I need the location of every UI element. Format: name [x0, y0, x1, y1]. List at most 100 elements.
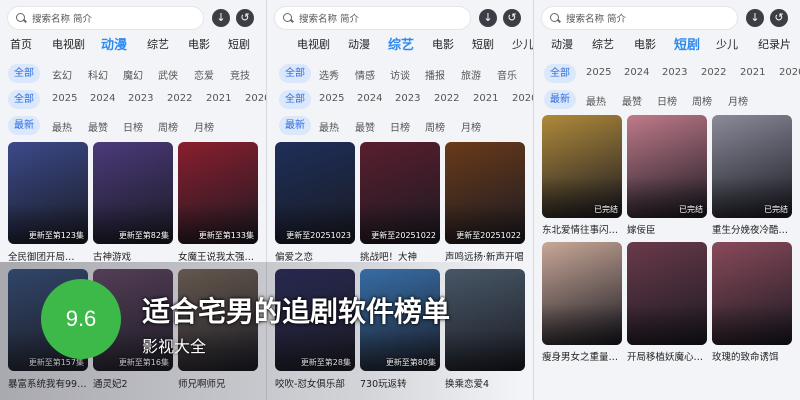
chip-sort[interactable]: 最热 [586, 93, 606, 108]
chip-year[interactable]: 2020 [245, 93, 266, 104]
chip-year[interactable]: 2021 [206, 93, 231, 104]
tab-variety[interactable]: 综艺 [388, 34, 414, 53]
chip-genre[interactable]: 旅游 [461, 67, 481, 82]
chip-year[interactable]: 2022 [434, 93, 459, 104]
poster-title[interactable]: 玫瑰的致命诱饵 [712, 349, 790, 363]
tab-home[interactable]: 首页 [10, 36, 32, 52]
poster-card[interactable] [627, 242, 707, 345]
poster-card[interactable]: 更新至第123集 [8, 142, 88, 244]
chip-sort[interactable]: 最热 [319, 119, 339, 134]
poster-title[interactable]: 偏爱之恋 [275, 249, 353, 263]
chip-sort[interactable]: 最赞 [355, 119, 375, 134]
chip-sort-latest[interactable]: 最新 [279, 116, 311, 135]
chip-sort-latest[interactable]: 最新 [544, 90, 576, 109]
history-icon[interactable]: ↺ [770, 9, 788, 27]
tab-movie[interactable]: 电影 [432, 36, 454, 52]
chip-year[interactable]: 2024 [624, 67, 649, 78]
search-bar[interactable]: 搜索名称 简介 [542, 7, 737, 29]
chip-genre[interactable]: 选秀 [319, 67, 339, 82]
chip-genre-all[interactable]: 全部 [8, 64, 40, 83]
chip-year[interactable]: 2020 [779, 67, 800, 78]
poster-card[interactable]: 已完结 [712, 115, 792, 218]
poster-title[interactable]: 声鸣远扬·新声开唱 [445, 249, 523, 263]
poster-card[interactable]: 更新至20251022 [360, 142, 440, 244]
tab-variety[interactable]: 综艺 [147, 36, 169, 52]
tab-movie[interactable]: 电影 [634, 36, 656, 52]
chip-year[interactable]: 2025 [319, 93, 344, 104]
chip-year[interactable]: 2023 [662, 67, 687, 78]
chip-genre-all[interactable]: 全部 [279, 64, 311, 83]
tab-anime[interactable]: 动漫 [348, 36, 370, 52]
search-bar[interactable]: 搜索名称 简介 [8, 7, 203, 29]
poster-card[interactable]: 已完结 [627, 115, 707, 218]
chip-genre[interactable]: 魔幻 [123, 67, 143, 82]
download-icon[interactable]: ↓ [479, 9, 497, 27]
poster-card[interactable]: 更新至第82集 [93, 142, 173, 244]
chip-sort[interactable]: 最赞 [88, 119, 108, 134]
chip-year[interactable]: 2025 [52, 93, 77, 104]
poster-title[interactable]: 古神游戏 [93, 249, 171, 263]
tab-kids[interactable]: 少儿 [512, 36, 533, 52]
chip-year-all[interactable]: 全部 [8, 90, 40, 109]
chip-genre[interactable]: 武侠 [158, 67, 178, 82]
poster-title[interactable]: 开局移植妖魔心… [627, 349, 705, 363]
poster-card[interactable]: 更新至第133集 [178, 142, 258, 244]
tab-short-drama[interactable]: 短剧 [472, 36, 494, 52]
chip-genre[interactable]: 情感 [355, 67, 375, 82]
poster-card[interactable] [542, 242, 622, 345]
poster-card[interactable]: 已完结 [542, 115, 622, 218]
chip-sort[interactable]: 最热 [52, 119, 72, 134]
chip-year-all[interactable]: 全部 [279, 90, 311, 109]
chip-sort[interactable]: 周榜 [158, 119, 178, 134]
chip-year[interactable]: 2021 [740, 67, 765, 78]
chip-sort[interactable]: 月榜 [194, 119, 214, 134]
poster-card[interactable] [712, 242, 792, 345]
tab-tv[interactable]: 电视剧 [52, 36, 85, 52]
tab-tv[interactable]: 电视剧 [297, 36, 330, 52]
chip-sort[interactable]: 日榜 [657, 93, 677, 108]
chip-year[interactable]: 2020 [512, 93, 533, 104]
chip-sort-latest[interactable]: 最新 [8, 116, 40, 135]
poster-card[interactable]: 更新至20251023 [275, 142, 355, 244]
poster-title[interactable]: 瘦身男女之重量… [542, 349, 620, 363]
tab-short-drama[interactable]: 短剧 [674, 34, 700, 53]
chip-sort[interactable]: 最赞 [622, 93, 642, 108]
history-icon[interactable]: ↺ [236, 9, 254, 27]
poster-title[interactable]: 嫁佞臣 [627, 222, 705, 236]
tab-kids[interactable]: 少儿 [716, 36, 738, 52]
chip-year[interactable]: 2023 [395, 93, 420, 104]
chip-year-all[interactable]: 全部 [544, 64, 576, 83]
chip-sort[interactable]: 日榜 [123, 119, 143, 134]
chip-year[interactable]: 2023 [128, 93, 153, 104]
download-icon[interactable]: ↓ [212, 9, 230, 27]
chip-sort[interactable]: 月榜 [728, 93, 748, 108]
tab-movie[interactable]: 电影 [188, 36, 210, 52]
chip-sort[interactable]: 周榜 [425, 119, 445, 134]
tab-short-drama[interactable]: 短剧 [228, 36, 250, 52]
poster-title[interactable]: 东北爱情往事闪… [542, 222, 620, 236]
tab-anime[interactable]: 动漫 [101, 34, 127, 53]
chip-genre[interactable]: 访谈 [390, 67, 410, 82]
tab-documentary[interactable]: 纪录片 [758, 36, 791, 52]
chip-genre[interactable]: 玄幻 [52, 67, 72, 82]
search-bar[interactable]: 搜索名称 简介 [275, 7, 470, 29]
chip-year[interactable]: 2025 [586, 67, 611, 78]
chip-genre[interactable]: 竞技 [230, 67, 250, 82]
chip-sort[interactable]: 周榜 [692, 93, 712, 108]
chip-year[interactable]: 2022 [701, 67, 726, 78]
history-icon[interactable]: ↺ [503, 9, 521, 27]
chip-sort[interactable]: 月榜 [461, 119, 481, 134]
download-icon[interactable]: ↓ [746, 9, 764, 27]
chip-genre[interactable]: 播报 [425, 67, 445, 82]
chip-genre[interactable]: 音乐 [497, 67, 517, 82]
chip-year[interactable]: 2024 [357, 93, 382, 104]
poster-title[interactable]: 重生分娩夜冷酷… [712, 222, 790, 236]
chip-sort[interactable]: 日榜 [390, 119, 410, 134]
poster-title[interactable]: 全民御团开局… [8, 249, 86, 263]
tab-variety[interactable]: 综艺 [592, 36, 614, 52]
chip-year[interactable]: 2024 [90, 93, 115, 104]
poster-card[interactable]: 更新至20251022 [445, 142, 525, 244]
chip-genre[interactable]: 恋爱 [194, 67, 214, 82]
poster-title[interactable]: 女魔王说我太强… [178, 249, 256, 263]
tab-anime[interactable]: 动漫 [551, 36, 573, 52]
